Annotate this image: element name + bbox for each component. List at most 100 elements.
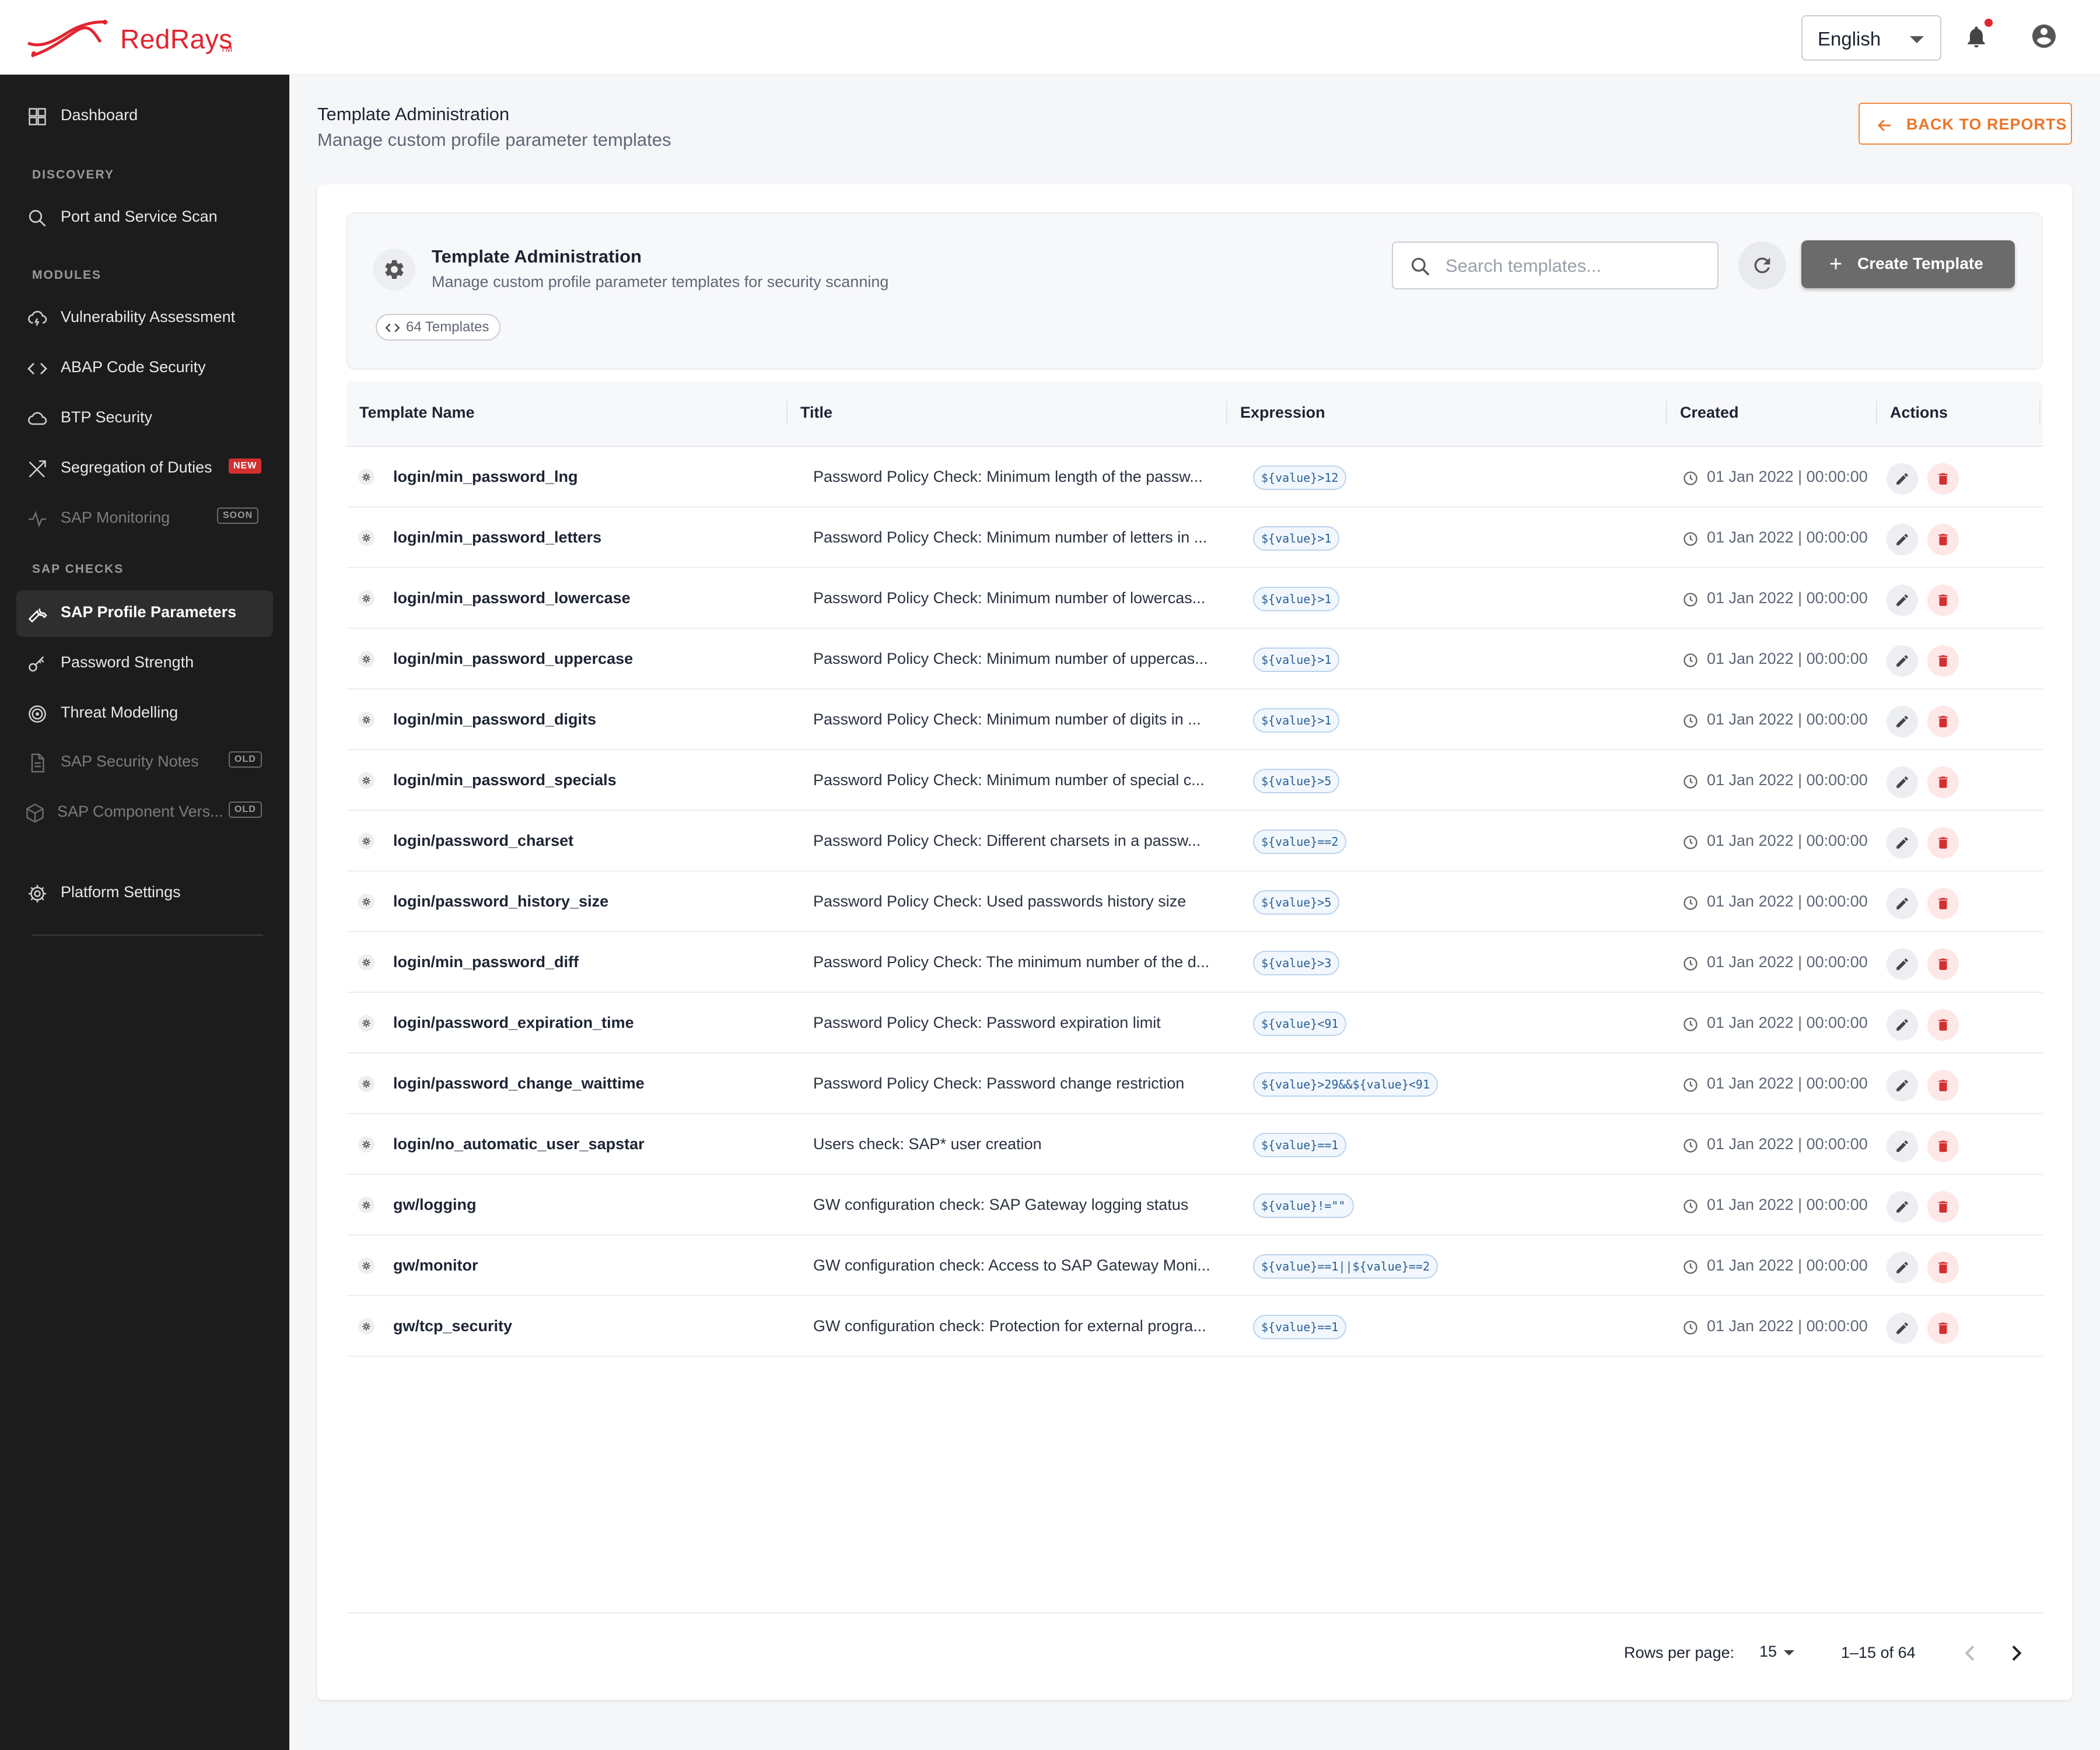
sidebar-item-monitoring[interactable]: SAP Monitoring SOON — [16, 496, 273, 542]
edit-button[interactable] — [1887, 827, 1918, 859]
table-row[interactable]: login/min_password_letters Password Polic… — [346, 508, 2043, 568]
edit-button[interactable] — [1887, 463, 1918, 495]
template-name[interactable]: login/min_password_specials — [393, 771, 617, 789]
template-name[interactable]: login/password_charset — [393, 832, 573, 850]
delete-button[interactable] — [1927, 1191, 1959, 1223]
edit-button[interactable] — [1887, 524, 1918, 555]
table-row[interactable]: login/min_password_diff Password Policy C… — [346, 932, 2043, 993]
sidebar-item-label: Segregation of Duties — [61, 459, 212, 476]
edit-button[interactable] — [1887, 888, 1918, 919]
template-name[interactable]: gw/monitor — [393, 1256, 478, 1275]
sidebar-item-vulnerability[interactable]: Vulnerability Assessment — [16, 295, 273, 342]
template-name[interactable]: gw/logging — [393, 1196, 476, 1214]
template-name[interactable]: gw/tcp_security — [393, 1317, 512, 1335]
search-icon — [29, 209, 46, 227]
gear-icon — [358, 1258, 374, 1274]
table-row[interactable]: login/password_change_waittime Password P… — [346, 1054, 2043, 1114]
chevron-down-icon[interactable] — [1784, 1650, 1794, 1656]
sidebar-item-platform-settings[interactable]: Platform Settings — [16, 870, 273, 917]
edit-button[interactable] — [1887, 706, 1918, 737]
template-name[interactable]: login/password_expiration_time — [393, 1014, 634, 1032]
delete-button[interactable] — [1927, 1070, 1959, 1101]
delete-button[interactable] — [1927, 524, 1959, 555]
delete-button[interactable] — [1927, 1252, 1959, 1283]
gear-icon — [358, 954, 374, 971]
notifications-button[interactable] — [1964, 19, 1993, 54]
delete-button[interactable] — [1927, 706, 1959, 737]
edit-button[interactable] — [1887, 1070, 1918, 1101]
edit-button[interactable] — [1887, 1130, 1918, 1162]
template-name[interactable]: login/no_automatic_user_sapstar — [393, 1135, 645, 1153]
table-row[interactable]: gw/tcp_security GW configuration check: P… — [346, 1296, 2043, 1357]
template-name[interactable]: login/min_password_lowercase — [393, 589, 631, 607]
table-row[interactable]: login/password_charset Password Policy Ch… — [346, 811, 2043, 872]
search-input[interactable]: Search templates... — [1392, 242, 1718, 289]
table-row[interactable]: login/min_password_uppercase Password Pol… — [346, 629, 2043, 690]
edit-button[interactable] — [1887, 1312, 1918, 1344]
template-name[interactable]: login/min_password_letters — [393, 528, 601, 547]
section-discovery: DISCOVERY — [32, 168, 114, 181]
table-row[interactable]: login/min_password_digits Password Policy… — [346, 690, 2043, 750]
delete-button[interactable] — [1927, 645, 1959, 677]
delete-button[interactable] — [1927, 1130, 1959, 1162]
refresh-button[interactable] — [1738, 242, 1786, 289]
table-row[interactable]: login/min_password_lowercase Password Pol… — [346, 568, 2043, 629]
panel-gear-badge — [373, 249, 415, 290]
template-title: Password Policy Check: Minimum number of… — [813, 771, 1205, 789]
create-template-button[interactable]: + Create Template — [1801, 240, 2015, 288]
template-name[interactable]: login/min_password_uppercase — [393, 650, 633, 668]
table-row[interactable]: login/password_expiration_time Password P… — [346, 993, 2043, 1054]
sidebar-item-label: SAP Profile Parameters — [61, 603, 237, 621]
language-select[interactable]: English — [1801, 15, 1941, 61]
template-name[interactable]: login/min_password_digits — [393, 710, 596, 729]
edit-button[interactable] — [1887, 1009, 1918, 1041]
rows-per-page-select[interactable]: 15 — [1759, 1643, 1777, 1661]
clock-icon — [1684, 1017, 1698, 1031]
sidebar-item-btp[interactable]: BTP Security — [16, 396, 273, 442]
table-row[interactable]: login/password_history_size Password Poli… — [346, 872, 2043, 932]
delete-button[interactable] — [1927, 584, 1959, 616]
delete-button[interactable] — [1927, 766, 1959, 798]
code-icon — [385, 323, 400, 332]
edit-button[interactable] — [1887, 645, 1918, 677]
sidebar-item-abap[interactable]: ABAP Code Security — [16, 345, 273, 392]
column-header-expression[interactable]: Expression — [1240, 404, 1325, 422]
edit-button[interactable] — [1887, 766, 1918, 798]
sidebar-item-security-notes[interactable]: SAP Security Notes OLD — [16, 740, 273, 786]
sidebar-item-sod[interactable]: Segregation of Duties NEW — [16, 446, 273, 492]
table-row[interactable]: gw/monitor GW configuration check: Access… — [346, 1236, 2043, 1296]
sidebar-item-dashboard[interactable]: Dashboard — [16, 93, 273, 140]
edit-button[interactable] — [1887, 949, 1918, 980]
template-name[interactable]: login/password_change_waittime — [393, 1074, 645, 1093]
account-button[interactable] — [2030, 22, 2059, 51]
chevron-right-icon[interactable] — [2004, 1642, 2028, 1665]
sidebar-item-threat-modelling[interactable]: Threat Modelling — [16, 691, 273, 737]
delete-button[interactable] — [1927, 1312, 1959, 1344]
sidebar-item-password-strength[interactable]: Password Strength — [16, 640, 273, 687]
table-row[interactable]: login/min_password_specials Password Poli… — [346, 750, 2043, 811]
back-to-reports-button[interactable]: BACK TO REPORTS — [1859, 103, 2072, 145]
table-row[interactable]: login/min_password_lng Password Policy Ch… — [346, 447, 2043, 508]
page-subtitle: Manage custom profile parameter template… — [317, 130, 671, 150]
sidebar-item-port-scan[interactable]: Port and Service Scan — [16, 195, 273, 242]
delete-button[interactable] — [1927, 1009, 1959, 1041]
edit-button[interactable] — [1887, 1191, 1918, 1223]
delete-button[interactable] — [1927, 463, 1959, 495]
table-row[interactable]: gw/logging GW configuration check: SAP Ga… — [346, 1175, 2043, 1236]
table-row[interactable]: login/no_automatic_user_sapstar Users che… — [346, 1114, 2043, 1175]
delete-button[interactable] — [1927, 827, 1959, 859]
delete-button[interactable] — [1927, 888, 1959, 919]
template-name[interactable]: login/min_password_lng — [393, 468, 578, 486]
sidebar-item-profile-params[interactable]: SAP Profile Parameters — [16, 590, 273, 637]
template-name[interactable]: login/min_password_diff — [393, 953, 579, 971]
trash-icon — [1938, 473, 1948, 485]
sidebar-item-component-versions[interactable]: SAP Component Vers... OLD — [16, 790, 273, 836]
column-header-title[interactable]: Title — [800, 404, 832, 422]
edit-button[interactable] — [1887, 1252, 1918, 1283]
template-name[interactable]: login/password_history_size — [393, 892, 608, 911]
column-header-template-name[interactable]: Template Name — [359, 404, 475, 422]
edit-button[interactable] — [1887, 584, 1918, 616]
column-header-created[interactable]: Created — [1680, 404, 1739, 422]
delete-button[interactable] — [1927, 949, 1959, 980]
chevron-left-icon[interactable] — [1959, 1642, 1982, 1665]
